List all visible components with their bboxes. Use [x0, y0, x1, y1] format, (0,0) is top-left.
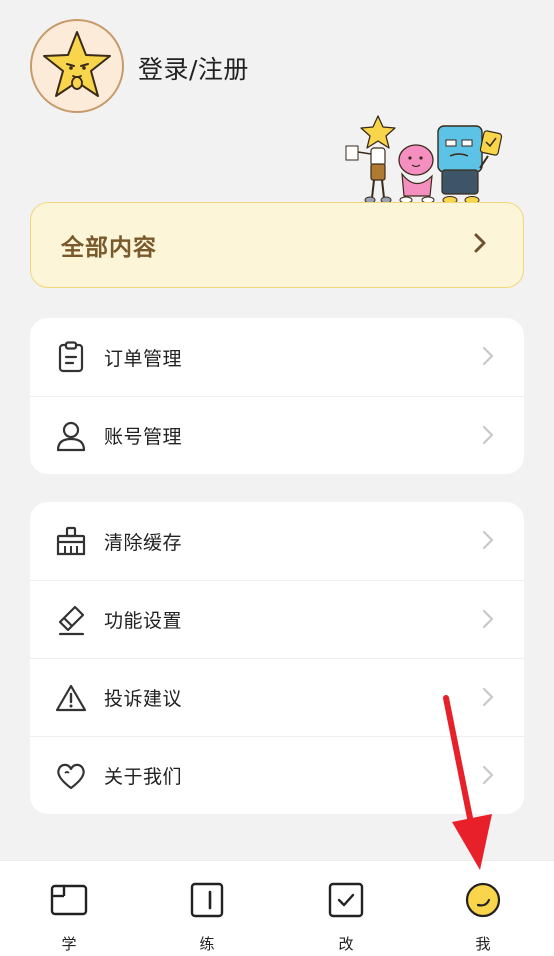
menu-item-label: 功能设置	[104, 610, 183, 632]
star-mascot-icon	[43, 31, 111, 97]
chevron-right-icon	[482, 425, 494, 449]
tab-learn[interactable]: 学	[34, 861, 104, 956]
chevron-right-icon	[482, 346, 494, 370]
tab-label: 学	[61, 935, 77, 953]
menu-item-label: 关于我们	[104, 766, 183, 788]
menu-item-order-management[interactable]: 订单管理	[30, 318, 524, 396]
heart-icon	[54, 759, 88, 793]
settings-menu-group: 清除缓存 功能设置 投诉建议 关于我们	[30, 502, 524, 814]
chevron-right-icon	[482, 765, 494, 789]
mascot-illustration	[345, 115, 503, 204]
smiley-icon	[463, 881, 503, 919]
menu-item-label: 账号管理	[104, 426, 183, 448]
menu-item-feature-settings[interactable]: 功能设置	[30, 580, 524, 658]
menu-item-label: 清除缓存	[104, 531, 183, 554]
tab-label: 我	[475, 935, 491, 953]
login-register-link[interactable]: 登录/注册	[138, 50, 249, 86]
menu-item-clear-cache[interactable]: 清除缓存	[30, 502, 524, 580]
chevron-right-icon	[482, 687, 494, 711]
all-content-label: 全部内容	[61, 235, 157, 261]
book-icon	[49, 881, 89, 919]
tab-practice[interactable]: 练	[172, 861, 242, 956]
star-character	[345, 115, 396, 204]
account-menu-group: 订单管理 账号管理	[30, 318, 524, 474]
tab-label: 练	[199, 935, 215, 953]
menu-item-about-us[interactable]: 关于我们	[30, 736, 524, 814]
menu-item-label: 订单管理	[104, 347, 183, 370]
tab-me[interactable]: 我	[448, 861, 518, 956]
clipboard-icon	[54, 340, 88, 374]
avatar[interactable]	[30, 19, 124, 113]
eraser-icon	[54, 603, 88, 637]
user-icon	[54, 419, 88, 453]
tab-label: 改	[338, 935, 354, 953]
menu-item-account-management[interactable]: 账号管理	[30, 396, 524, 474]
chevron-right-icon	[482, 609, 494, 633]
menu-item-complaints-suggestions[interactable]: 投诉建议	[30, 658, 524, 736]
blue-character	[437, 125, 503, 204]
menu-item-label: 投诉建议	[104, 688, 183, 710]
chevron-right-icon	[482, 530, 494, 554]
chevron-right-icon	[473, 232, 487, 258]
profile-page: 登录/注册 全部内容 订单管理 账号管理 清除缓存 功能设置 投诉建议 关于我们…	[0, 0, 554, 956]
bottom-tab-bar: 学 练 改 我	[0, 860, 554, 956]
check-square-icon	[326, 881, 366, 919]
practice-icon	[187, 881, 227, 919]
pink-character	[398, 144, 435, 204]
broom-icon	[54, 524, 88, 558]
tab-correct[interactable]: 改	[311, 861, 381, 956]
all-content-card[interactable]: 全部内容	[30, 202, 524, 288]
warning-icon	[54, 681, 88, 715]
